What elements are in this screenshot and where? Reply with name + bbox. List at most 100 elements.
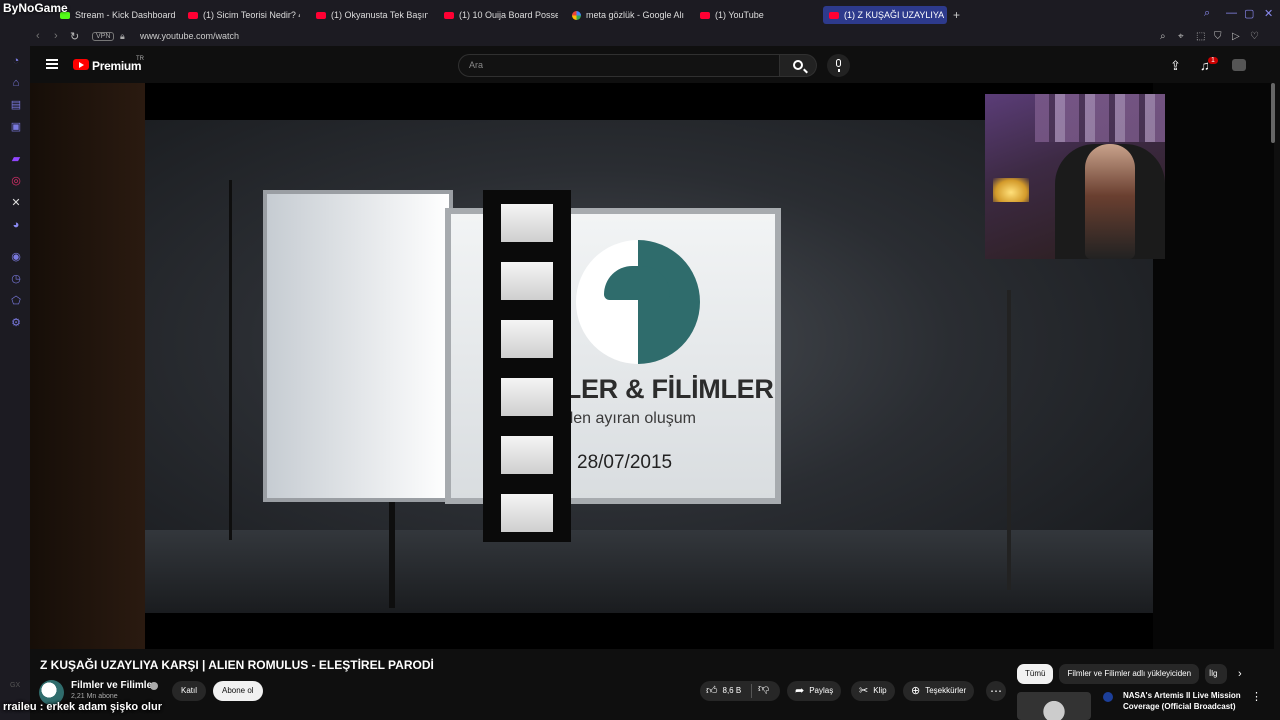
frame-subtitle-text: mden ayıran oluşum [551, 410, 696, 427]
menu-icon[interactable] [46, 59, 58, 69]
tab-youtube-home[interactable]: (1) YouTube [700, 6, 810, 24]
recommendation-menu-icon[interactable]: ⋮ [1251, 690, 1262, 703]
forward-icon[interactable]: › [54, 30, 58, 42]
studio-floor [145, 530, 1153, 613]
subscribe-button[interactable]: Abone ol [213, 681, 263, 701]
film-frame [501, 204, 553, 242]
screen: ByNoGame Stream - Kick Dashboard (1) Sic… [0, 0, 1280, 720]
youtube-brand[interactable]: Premium [92, 59, 142, 73]
gx-control-icon[interactable]: ◔ [10, 55, 22, 67]
settings-icon[interactable]: ⚙ [10, 317, 22, 329]
gx-label: GX [10, 682, 21, 689]
browser-sidebar: ◔ ⌂ ▤ ▣ ▰ ◎ ✕ ◕ ◉ ◷ ⬠ ⚙ [0, 29, 30, 720]
tab-label: (1) Okyanusta Tek Başına [331, 10, 428, 20]
pin-icon[interactable]: ⌖ [1178, 31, 1184, 42]
tab-ouija[interactable]: (1) 10 Ouija Board Possess [444, 6, 558, 24]
gx-mods-icon[interactable]: ▣ [10, 121, 22, 133]
film-frame [501, 494, 553, 532]
scrollbar-thumb[interactable] [1271, 83, 1275, 143]
maximize-icon[interactable]: ▢ [1244, 7, 1254, 20]
search-box[interactable] [458, 54, 780, 77]
tab-label: (1) 10 Ouija Board Possess [459, 10, 558, 20]
film-frame [501, 436, 553, 474]
tab-label: meta gözlük - Google Alış [586, 10, 684, 20]
zoom-icon[interactable]: ⌕ [1160, 31, 1166, 42]
snapshot-icon[interactable]: ⬚ [1196, 31, 1205, 42]
page-scrollbar[interactable] [1270, 83, 1276, 720]
film-frame [501, 320, 553, 358]
upload-icon[interactable]: ⇪ [1170, 58, 1181, 74]
discord-icon[interactable]: ◕ [10, 219, 22, 231]
channel-name[interactable]: Filmler ve Filimler [71, 680, 156, 691]
more-actions-button[interactable]: ⋯ [986, 681, 1006, 701]
recommendation-thumbnail[interactable] [1017, 692, 1091, 720]
youtube-header: Premium TR ⇪ ♫ 1 [30, 47, 1280, 83]
search-input[interactable] [469, 60, 779, 70]
tab-active-video[interactable]: (1) Z KUŞAĞI UZAYLIYA KA [823, 6, 947, 24]
close-icon[interactable]: ✕ [1264, 7, 1273, 20]
right-light-stand [1007, 290, 1011, 590]
clip-button[interactable]: ✂ Klip [851, 681, 895, 701]
join-button[interactable]: Katıl [172, 681, 207, 701]
youtube-icon [829, 11, 839, 19]
heart-icon[interactable]: ♡ [1250, 31, 1259, 42]
verified-icon [150, 682, 158, 690]
webcam-lamp [993, 178, 1029, 202]
gx-store-icon[interactable]: ▤ [10, 99, 22, 111]
chat-message: erkek adam şişko olur [46, 701, 162, 713]
webcam-streamer [1085, 144, 1135, 259]
chevron-right-icon[interactable]: › [1238, 668, 1242, 680]
recommendation-title[interactable]: NASA's Artemis II Live Mission Coverage … [1123, 690, 1245, 712]
search-button[interactable] [780, 54, 817, 77]
x-icon[interactable]: ✕ [10, 197, 22, 209]
back-icon[interactable]: ‹ [36, 30, 40, 42]
instagram-icon[interactable]: ◎ [10, 175, 22, 187]
player-icon[interactable]: ▷ [1232, 31, 1240, 42]
video-title: Z KUŞAĞI UZAYLIYA KARŞI | ALIEN ROMULUS … [40, 658, 434, 672]
video-edge-glow [30, 83, 145, 649]
shield-icon[interactable]: ⛉ [1214, 31, 1222, 42]
voice-search-button[interactable] [827, 54, 850, 77]
history-icon[interactable]: ◷ [10, 273, 22, 285]
lock-icon[interactable]: 🔒︎ [120, 31, 125, 42]
tab-okyanusta[interactable]: (1) Okyanusta Tek Başına [316, 6, 428, 24]
thumbs-up-icon: 👍︎ [706, 685, 718, 697]
browser-tab-bar: ByNoGame Stream - Kick Dashboard (1) Sic… [0, 0, 1280, 29]
youtube-icon [700, 11, 710, 19]
chip-from-uploader[interactable]: Filmler ve Filimler adlı yükleyiciden [1059, 664, 1200, 684]
tab-kick-dashboard[interactable]: Stream - Kick Dashboard [60, 6, 180, 24]
vpn-badge[interactable]: VPN [92, 32, 115, 41]
like-count: 8,6 B [722, 686, 742, 695]
tab-label: (1) Sicim Teorisi Nedir? 4. [203, 10, 300, 20]
extensions-icon[interactable]: ⬠ [10, 295, 22, 307]
chip-all[interactable]: Tümü [1017, 664, 1054, 684]
url-field[interactable]: www.youtube.com/watch [140, 31, 239, 41]
recommendation-chips: Tümü Filmler ve Filimler adlı yükleyicid… [1017, 664, 1228, 684]
search-icon [793, 60, 803, 70]
search-tabs-icon[interactable]: ⌕ [1204, 7, 1210, 20]
youtube-icon [188, 11, 198, 19]
google-icon [572, 10, 581, 20]
thumbs-down-icon[interactable]: 👎︎ [758, 682, 769, 695]
tab-google-shopping[interactable]: meta gözlük - Google Alış [572, 6, 684, 24]
webcam-overlay [985, 94, 1165, 259]
player-sidebar-icon[interactable]: ◉ [10, 251, 22, 263]
clip-label: Klip [873, 686, 887, 695]
chat-overlay-line: rraileu : erkek adam şişko olur [3, 701, 162, 713]
account-avatar[interactable] [1232, 59, 1246, 71]
minimize-icon[interactable]: — [1226, 7, 1237, 19]
address-bar: ‹ › ↻ VPN 🔒︎ www.youtube.com/watch ⌕ ⌖ ⬚… [28, 29, 1280, 46]
tab-sicim-teorisi[interactable]: (1) Sicim Teorisi Nedir? 4. [188, 6, 300, 24]
chip-related[interactable]: İlg [1205, 664, 1228, 684]
reload-icon[interactable]: ↻ [70, 30, 79, 43]
thanks-button[interactable]: ⊕ Teşekkürler [903, 681, 975, 701]
twitch-icon[interactable]: ▰ [10, 153, 22, 165]
new-tab-button[interactable]: + [953, 8, 960, 22]
youtube-logo-icon[interactable] [73, 59, 89, 70]
gx-corner-icon[interactable]: ⌂ [10, 77, 22, 89]
webcam-posters [1035, 94, 1165, 142]
thanks-icon: ⊕ [911, 685, 921, 697]
share-button[interactable]: ➦ Paylaş [787, 681, 842, 701]
stream-overlay-title: ByNoGame [3, 1, 68, 15]
video-right-dark [1153, 83, 1274, 649]
